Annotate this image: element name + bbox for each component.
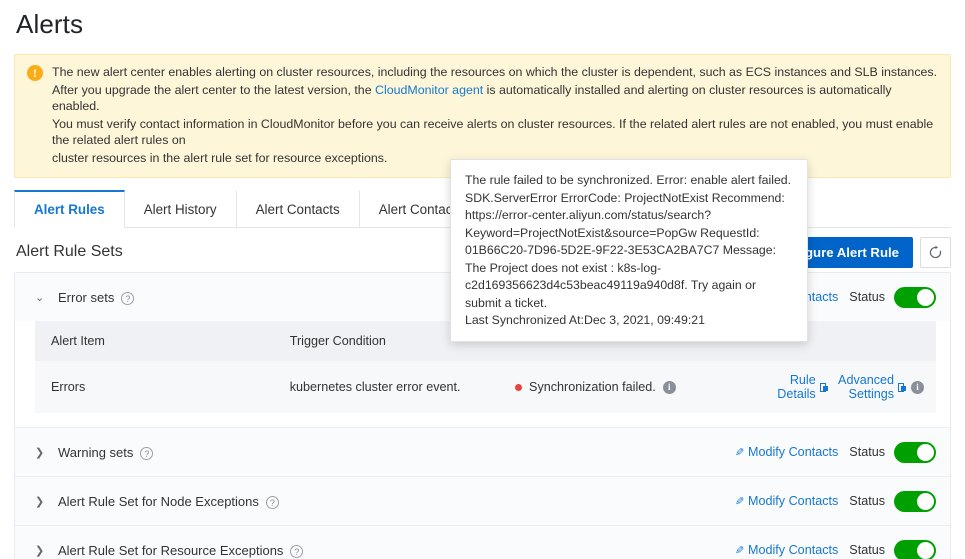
cell-sync-status: Synchronization failed. i bbox=[499, 361, 750, 413]
sync-status-badge: Synchronization failed. i bbox=[515, 380, 749, 394]
status-toggle[interactable] bbox=[894, 490, 936, 512]
status-label: Status bbox=[849, 494, 885, 508]
table-row: Errors kubernetes cluster error event. S… bbox=[35, 361, 936, 413]
ruleset-node-exceptions-left: ❯ Alert Rule Set for Node Exceptions ? bbox=[35, 494, 279, 509]
ruleset-resource-exceptions-left: ❯ Alert Rule Set for Resource Exceptions… bbox=[35, 542, 304, 558]
sync-status-info-icon[interactable]: i bbox=[662, 380, 676, 394]
tab-alert-history-label: Alert History bbox=[143, 201, 217, 217]
chevron-right-icon[interactable]: ❯ bbox=[35, 544, 49, 557]
question-mark-icon[interactable]: ? bbox=[121, 291, 135, 305]
advanced-settings-link[interactable]: Advanced Settings bbox=[835, 373, 906, 401]
ruleset-node-exceptions-header[interactable]: ❯ Alert Rule Set for Node Exceptions ? ✎… bbox=[15, 477, 950, 525]
toggle-knob bbox=[917, 541, 934, 559]
banner-line-1: The new alert center enables alerting on… bbox=[52, 65, 938, 79]
toggle-knob bbox=[917, 492, 934, 510]
pencil-icon: ✎ bbox=[734, 495, 744, 508]
banner-text: The new alert center enables alerting on… bbox=[52, 64, 938, 167]
banner-line-3: You must verify contact information in C… bbox=[52, 116, 934, 148]
operations-info-icon[interactable]: i bbox=[911, 380, 924, 394]
rule-details-link[interactable]: Rule Details bbox=[774, 373, 829, 401]
ruleset-resource-exceptions-right: ✎ Modify Contacts Status bbox=[735, 539, 936, 559]
tab-alert-history[interactable]: Alert History bbox=[123, 190, 237, 227]
cell-trigger-condition: kubernetes cluster error event. bbox=[273, 361, 500, 413]
modify-contacts-link[interactable]: ✎ Modify Contacts bbox=[735, 494, 839, 508]
ruleset-warning-sets-left: ❯ Warning sets ? bbox=[35, 444, 154, 460]
ruleset-resource-exceptions-header[interactable]: ❯ Alert Rule Set for Resource Exceptions… bbox=[15, 526, 950, 559]
col-header-alert-item: Alert Item bbox=[35, 321, 274, 361]
status-label: Status bbox=[849, 445, 885, 459]
tab-alert-contacts[interactable]: Alert Contacts bbox=[235, 190, 360, 227]
question-mark-icon[interactable]: ? bbox=[290, 544, 304, 558]
ruleset-warning-sets-right: ✎ Modify Contacts Status bbox=[735, 441, 936, 463]
sync-status-text: Synchronization failed. bbox=[529, 380, 656, 394]
modify-contacts-link[interactable]: ✎ Modify Contacts bbox=[735, 543, 839, 557]
toggle-knob bbox=[917, 288, 934, 306]
warning-exclamation-icon: ! bbox=[27, 65, 43, 81]
ruleset-error-sets-label: Error sets bbox=[58, 289, 115, 305]
modify-contacts-label: Modify Contacts bbox=[748, 494, 839, 508]
chevron-down-icon[interactable]: ⌄ bbox=[35, 291, 49, 304]
tooltip-body: The rule failed to be synchronized. Erro… bbox=[465, 173, 792, 310]
ruleset-node-exceptions-right: ✎ Modify Contacts Status bbox=[735, 490, 936, 512]
ruleset-error-sets-left: ⌄ Error sets ? bbox=[35, 289, 135, 305]
cell-operations: Rule Details Advanced Settings i bbox=[749, 361, 936, 413]
error-dot-icon bbox=[515, 383, 523, 391]
cloudmonitor-agent-link[interactable]: CloudMonitor agent bbox=[375, 83, 483, 97]
ruleset-warning-sets: ❯ Warning sets ? ✎ Modify Contacts Statu… bbox=[15, 428, 950, 477]
external-link-icon bbox=[819, 382, 829, 392]
tab-alert-contacts-label: Alert Contacts bbox=[255, 201, 340, 217]
alerts-page: Alerts ! The new alert center enables al… bbox=[0, 0, 965, 559]
ruleset-node-exceptions: ❯ Alert Rule Set for Node Exceptions ? ✎… bbox=[15, 477, 950, 526]
chevron-right-icon[interactable]: ❯ bbox=[35, 495, 49, 508]
modify-contacts-label: Modify Contacts bbox=[748, 445, 839, 459]
status-toggle[interactable] bbox=[894, 539, 936, 559]
refresh-button[interactable] bbox=[920, 236, 951, 268]
banner-line-2-head: After you upgrade the alert center to th… bbox=[52, 82, 376, 97]
question-mark-icon[interactable]: ? bbox=[140, 446, 154, 460]
status-label: Status bbox=[849, 290, 885, 304]
cell-alert-item: Errors bbox=[35, 361, 274, 413]
ruleset-resource-exceptions: ❯ Alert Rule Set for Resource Exceptions… bbox=[15, 526, 950, 559]
ruleset-warning-sets-label: Warning sets bbox=[58, 444, 134, 460]
page-title: Alerts bbox=[16, 9, 84, 39]
refresh-icon bbox=[929, 245, 942, 258]
section-title: Alert Rule Sets bbox=[16, 243, 123, 260]
ruleset-warning-sets-header[interactable]: ❯ Warning sets ? ✎ Modify Contacts Statu… bbox=[15, 428, 950, 476]
pencil-icon: ✎ bbox=[734, 446, 744, 459]
tooltip-last-synchronized: Last Synchronized At:Dec 3, 2021, 09:49:… bbox=[465, 313, 705, 327]
tab-alert-rules-label: Alert Rules bbox=[34, 202, 105, 217]
modify-contacts-label: Modify Contacts bbox=[748, 543, 839, 557]
status-toggle[interactable] bbox=[894, 286, 936, 308]
status-toggle[interactable] bbox=[894, 441, 936, 463]
ruleset-node-exceptions-label: Alert Rule Set for Node Exceptions bbox=[58, 493, 259, 509]
toggle-knob bbox=[917, 443, 934, 461]
external-link-icon bbox=[898, 382, 906, 392]
rule-details-label: Rule Details bbox=[777, 373, 816, 401]
status-label: Status bbox=[849, 543, 885, 557]
row-operations: Rule Details Advanced Settings i bbox=[765, 373, 924, 401]
modify-contacts-link[interactable]: ✎ Modify Contacts bbox=[735, 445, 839, 459]
question-mark-icon[interactable]: ? bbox=[265, 495, 279, 509]
pencil-icon: ✎ bbox=[734, 544, 744, 557]
sync-error-tooltip: The rule failed to be synchronized. Erro… bbox=[450, 159, 808, 342]
ruleset-resource-exceptions-label: Alert Rule Set for Resource Exceptions bbox=[58, 542, 284, 558]
tab-alert-rules[interactable]: Alert Rules bbox=[14, 190, 125, 228]
banner-line-2: After you upgrade the alert center to th… bbox=[52, 82, 938, 115]
advanced-settings-label: Advanced Settings bbox=[838, 373, 895, 401]
chevron-right-icon[interactable]: ❯ bbox=[35, 446, 49, 459]
